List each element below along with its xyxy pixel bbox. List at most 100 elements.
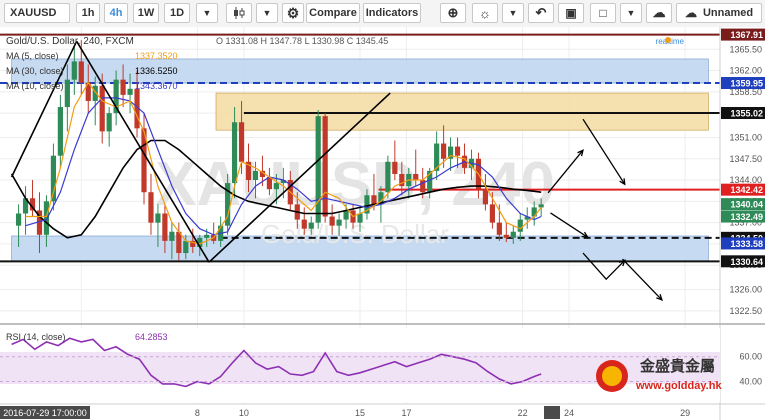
candle-body: [454, 146, 461, 156]
candle-body: [496, 222, 502, 235]
time-tick-label: 29: [680, 408, 690, 418]
time-tick-label: 22: [518, 408, 528, 418]
rsi-legend-value: 64.2853: [135, 332, 168, 342]
alert-button[interactable]: ⊕: [440, 3, 466, 23]
gear-icon: ⚙: [286, 4, 300, 21]
chevron-down-icon: ▼: [262, 8, 272, 18]
watermark-name: Gold/U.S. Dollar: [261, 219, 449, 249]
chart-toolbar: XAUUSD 1h 4h 1W 1D ▼ ▼ ⚙ Compare Indicat…: [0, 0, 765, 28]
chevron-down-icon: ▼: [626, 8, 636, 18]
candle: [315, 110, 321, 229]
time-cursor-box-right: [544, 406, 560, 419]
interval-1w-button[interactable]: 1W: [133, 3, 159, 23]
legend-ma30-value: 1336.5250: [135, 66, 178, 76]
price-label-text: 1332.49: [730, 212, 763, 222]
chevron-down-icon: ▼: [508, 8, 518, 18]
save-layout-button[interactable]: ☁ Unnamed: [676, 3, 762, 23]
candle-body: [57, 107, 63, 156]
price-label-text: 1367.91: [730, 30, 763, 40]
ideas-dropdown[interactable]: ▼: [502, 3, 524, 23]
candle-body: [183, 240, 189, 254]
bar-replay-button[interactable]: ☼: [472, 3, 498, 23]
price-tick-label: 1365.50: [729, 44, 762, 54]
symbol-search[interactable]: XAUUSD: [4, 3, 70, 23]
time-tick-label: 10: [239, 408, 249, 418]
snapshot-button[interactable]: ▣: [558, 3, 584, 23]
time-tick-label: 17: [401, 408, 411, 418]
candle-body: [413, 173, 419, 181]
candle-body: [489, 204, 495, 223]
price-label-text: 1340.04: [730, 200, 763, 210]
brand-chinese: 金盛貴金屬: [639, 357, 715, 375]
interval-1d-button[interactable]: 1D: [164, 3, 190, 23]
candle-body: [371, 195, 377, 205]
candle-body: [273, 183, 279, 190]
price-label-text: 1333.58: [730, 239, 763, 249]
candle-body: [441, 143, 447, 159]
candle-body: [71, 61, 77, 80]
candle-body: [538, 204, 544, 208]
chevron-down-icon: ▼: [202, 8, 212, 18]
candle-body: [99, 85, 105, 132]
legend-ma10: MA (10, close): [6, 81, 64, 91]
cloud-load-button[interactable]: ☁: [646, 3, 672, 23]
chart-style-dropdown[interactable]: ▼: [256, 3, 278, 23]
candle-body: [50, 155, 57, 202]
candle-body: [120, 79, 126, 95]
price-label-text: 1355.02: [730, 109, 763, 119]
candle-body: [482, 189, 489, 205]
fullscreen-icon: □: [599, 6, 607, 20]
candle-body: [252, 170, 259, 181]
price-label-text: 1359.95: [730, 79, 763, 89]
candles-icon: [234, 7, 245, 19]
candle-body: [231, 122, 238, 184]
brand-watermark: 金盛貴金屬 www.goldday.hk: [596, 357, 722, 392]
camera-icon: ▣: [565, 6, 577, 20]
candle-body: [106, 113, 112, 132]
candle-body: [64, 79, 70, 108]
candle-body: [510, 231, 516, 238]
layout-name: Unnamed: [702, 7, 754, 19]
candle-body: [162, 213, 168, 241]
undo-icon: ↶: [535, 5, 547, 20]
legend-ma10-value: 1343.3670: [135, 81, 178, 91]
cloud-upload-icon: ☁: [684, 6, 697, 20]
legend-ma30: MA (30, close): [6, 66, 64, 76]
time-tick-label: 15: [355, 408, 365, 418]
fullscreen-button[interactable]: □: [590, 3, 616, 23]
compare-button[interactable]: Compare: [306, 3, 360, 23]
interval-4h-button[interactable]: 4h: [104, 3, 128, 23]
candle-body: [336, 219, 342, 226]
settings-button[interactable]: ⚙: [282, 3, 304, 23]
candle-body: [15, 213, 22, 226]
realtime-dot: [665, 37, 671, 43]
rsi-tick-label: 40.00: [739, 376, 762, 386]
price-tick-label: 1347.50: [729, 154, 762, 164]
candle-body: [301, 219, 307, 229]
candle-body: [155, 213, 161, 223]
fullscreen-dropdown[interactable]: ▼: [620, 3, 642, 23]
interval-dropdown-button[interactable]: ▼: [196, 3, 218, 23]
symbol-label: XAUUSD: [10, 7, 57, 19]
rsi-tick-label: 60.00: [739, 352, 762, 362]
chart-canvas[interactable]: XAUUSD, 240 Gold/U.S. Dollar 1322.501326…: [0, 27, 765, 420]
chart-style-button[interactable]: [226, 3, 252, 23]
candle-body: [43, 201, 50, 235]
candle-body: [322, 116, 328, 217]
price-tick-label: 1322.50: [729, 306, 762, 316]
indicators-button[interactable]: Indicators: [363, 3, 421, 23]
price-tick-label: 1344.00: [729, 175, 762, 185]
undo-button[interactable]: ↶: [528, 3, 554, 23]
brand-logo-inner: [602, 366, 622, 386]
candle-body: [517, 219, 523, 232]
candle-body: [127, 88, 133, 95]
candle-body: [169, 231, 175, 241]
interval-1h-button[interactable]: 1h: [76, 3, 100, 23]
candle: [322, 113, 328, 223]
zone-rect: [215, 92, 709, 131]
price-tick-label: 1351.00: [729, 132, 762, 142]
candle-body: [308, 222, 314, 229]
candle-body: [238, 122, 245, 162]
candle-body: [343, 210, 349, 220]
time-tick-label: 8: [195, 408, 200, 418]
